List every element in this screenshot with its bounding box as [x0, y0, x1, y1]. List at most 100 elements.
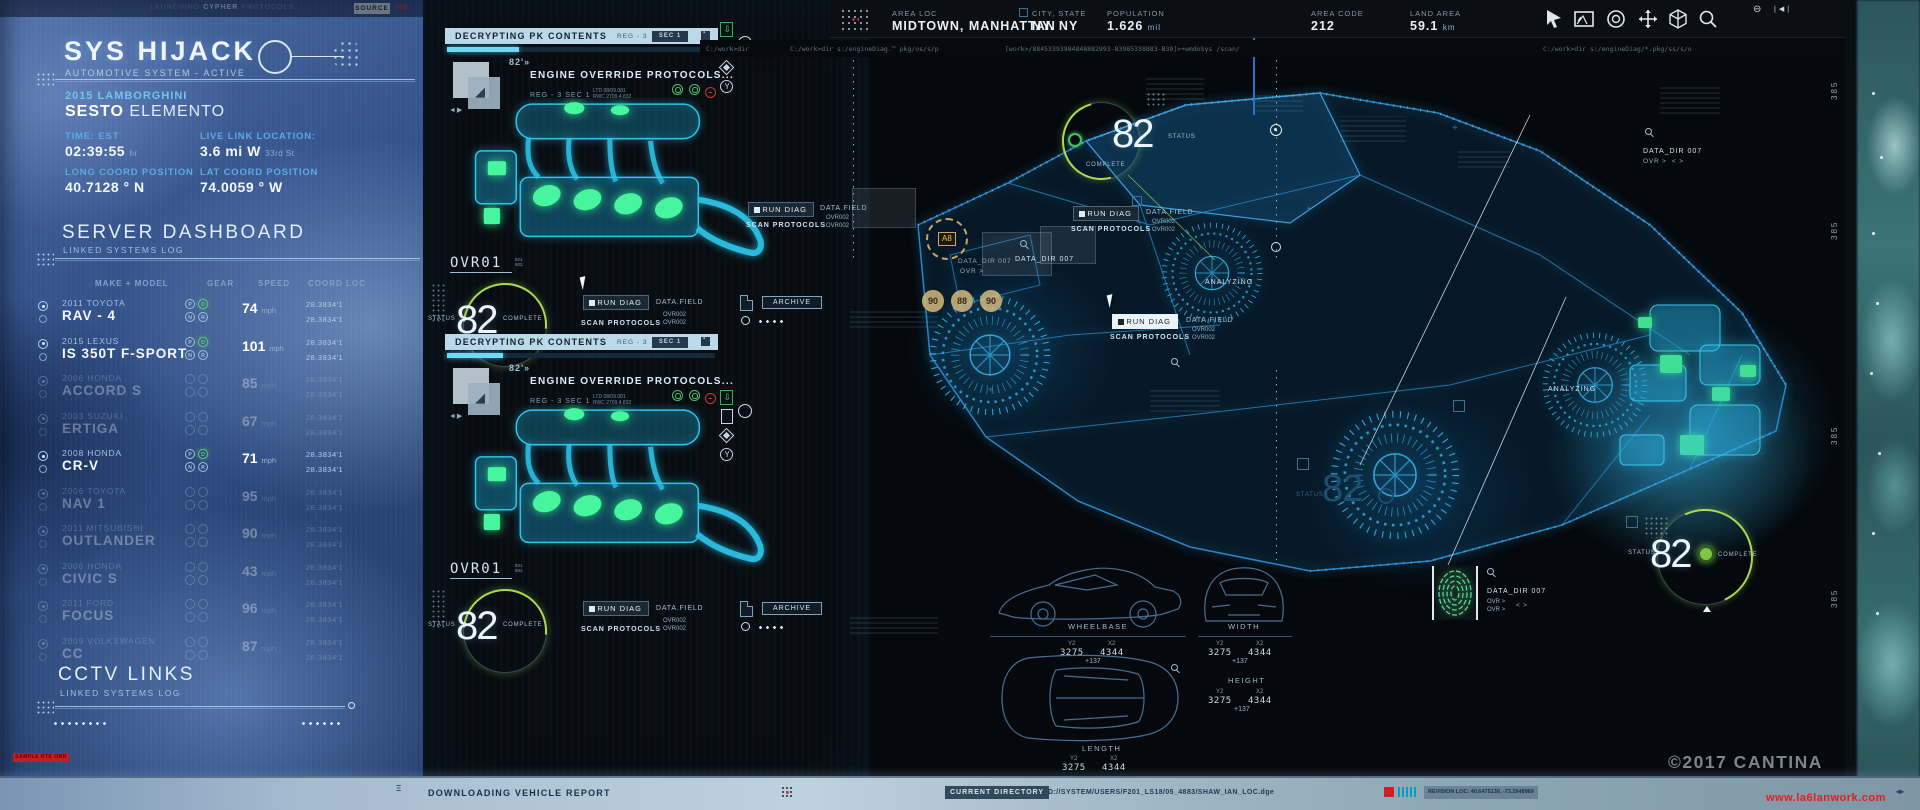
steering-wheel-icon[interactable] — [720, 448, 733, 461]
document-icon[interactable] — [740, 295, 753, 311]
population-value: 1.626 mil — [1107, 19, 1161, 33]
row-radio-icon[interactable] — [38, 451, 48, 461]
vehicle-row[interactable]: 2006 TOYOTANAV 195 mph28.3834'128.3834'1 — [30, 486, 400, 522]
current-directory-chip[interactable]: CURRENT DIRECTORY — [945, 786, 1049, 799]
row-coord-2: 28.3834'1 — [306, 503, 343, 512]
divider — [55, 706, 345, 707]
run-diag-button[interactable]: RUN DIAG — [748, 202, 814, 217]
city-state-label: CITY, STATE — [1032, 9, 1086, 18]
accept-button[interactable] — [672, 84, 683, 95]
data-dir-label: DATA_DIR 007 — [958, 258, 1011, 265]
search-tool-icon[interactable] — [1697, 8, 1719, 30]
gear-indicator[interactable] — [185, 599, 221, 623]
node-marker-icon — [1270, 124, 1282, 136]
steering-wheel-icon[interactable] — [720, 80, 733, 93]
row-radio-icon[interactable] — [39, 503, 47, 511]
row-radio-icon[interactable] — [39, 353, 47, 361]
gear-indicator[interactable]: PDNR — [185, 337, 221, 361]
vehicle-row[interactable]: 2006 HONDAACCORD S85 mph28.3834'128.3834… — [30, 373, 400, 409]
vehicle-row[interactable]: 2011 FORDFOCUS96 mph28.3834'128.3834'1 — [30, 598, 400, 634]
move-tool-icon[interactable] — [1637, 8, 1659, 30]
land-area-label: LAND AREA — [1410, 9, 1461, 18]
checkbox-icon[interactable] — [701, 31, 710, 40]
vehicle-row[interactable]: 2006 HONDACIVIC S43 mph28.3834'128.3834'… — [30, 561, 400, 597]
row-radio-icon[interactable] — [39, 390, 47, 398]
data-field-label: DATA.FIELD — [1146, 209, 1193, 216]
row-radio-icon[interactable] — [39, 578, 47, 586]
row-radio-icon[interactable] — [39, 465, 47, 473]
row-radio-icon[interactable] — [38, 489, 48, 499]
row-radio-icon[interactable] — [39, 653, 47, 661]
target-tool-icon[interactable] — [1605, 8, 1627, 30]
run-diag-button-active[interactable]: RUN DIAG — [1112, 314, 1178, 329]
gear-indicator[interactable] — [185, 524, 221, 548]
row-radio-icon[interactable] — [39, 540, 47, 548]
time-number: 02:39:55 — [65, 143, 125, 159]
edge-ruler-number: 385 — [1830, 426, 1839, 445]
revision-loc: REVISION LOC: 40.6475130, -73.2948969 — [1424, 786, 1538, 799]
record-icon[interactable] — [741, 622, 750, 631]
reject-button[interactable] — [705, 87, 716, 98]
gear-indicator[interactable]: PDNR — [185, 299, 221, 323]
clock-icon[interactable]: ⊖ — [1753, 4, 1761, 15]
document-icon[interactable] — [721, 409, 733, 424]
lat-coord-label: LAT COORD POSITION — [200, 167, 318, 178]
cube-tool-icon[interactable] — [1667, 8, 1689, 30]
gear-indicator[interactable]: PDNR — [185, 449, 221, 473]
prev-next-icons[interactable]: ◄▶ — [449, 106, 463, 114]
search-icon[interactable] — [1487, 568, 1494, 575]
long-coord-value: 40.7128 ° N — [65, 179, 145, 195]
checkbox-icon[interactable] — [701, 337, 710, 346]
row-radio-icon[interactable] — [38, 339, 48, 349]
gear-indicator[interactable] — [185, 412, 221, 436]
run-diag-button[interactable]: RUN DIAG — [583, 295, 649, 310]
document-icon[interactable] — [740, 601, 753, 617]
alert-icon[interactable] — [1384, 787, 1394, 797]
download-icon[interactable] — [720, 390, 733, 405]
row-radio-icon[interactable] — [39, 315, 47, 323]
gear-indicator[interactable] — [185, 487, 221, 511]
run-diag-button[interactable]: RUN DIAG — [1073, 206, 1139, 221]
prev-next-icons[interactable]: ◄▶ — [449, 412, 463, 420]
accept-button[interactable] — [689, 390, 700, 401]
divider — [450, 272, 512, 273]
record-icon[interactable] — [741, 316, 750, 325]
dot-cluster-icon — [332, 40, 362, 70]
vehicle-model-bold: SESTO — [65, 103, 124, 120]
row-speed: 71 mph — [242, 450, 276, 466]
vehicle-row[interactable]: 2015 LEXUSIS 350T F-SPORTPDNR101 mph28.3… — [30, 336, 400, 372]
vehicle-row[interactable]: 2011 MITSUBISHIOUTLANDER90 mph28.3834'12… — [30, 523, 400, 559]
row-radio-icon[interactable] — [38, 376, 48, 386]
reject-button[interactable] — [705, 393, 716, 404]
bezel-dot — [1872, 532, 1875, 535]
download-icon[interactable] — [720, 22, 733, 37]
row-radio-icon[interactable] — [38, 601, 48, 611]
fingerprint-scanner[interactable] — [1432, 566, 1478, 620]
image-tool-icon[interactable] — [1573, 9, 1595, 29]
search-icon[interactable] — [1645, 128, 1652, 135]
search-icon[interactable] — [1171, 358, 1178, 365]
accept-button[interactable] — [689, 84, 700, 95]
archive-button[interactable]: ARCHIVE — [762, 602, 822, 615]
area-code-value: 212 — [1311, 19, 1335, 33]
archive-button[interactable]: ARCHIVE — [762, 296, 822, 309]
row-radio-icon[interactable] — [38, 639, 48, 649]
dot-run — [52, 721, 108, 726]
row-radio-icon[interactable] — [39, 615, 47, 623]
cursor-tool-icon[interactable] — [1543, 8, 1565, 30]
vehicle-row[interactable]: 2011 TOYOTARAV - 4PDNR74 mph28.3834'128.… — [30, 298, 400, 334]
row-radio-icon[interactable] — [38, 301, 48, 311]
run-diag-button[interactable]: RUN DIAG — [583, 601, 649, 616]
row-radio-icon[interactable] — [38, 414, 48, 424]
panel-header[interactable]: DECRYPTING PK CONTENTSREG - 3SEC 1 — [445, 28, 718, 44]
vehicle-row[interactable]: 2008 HONDACR-VPDNR71 mph28.3834'128.3834… — [30, 448, 400, 484]
row-radio-icon[interactable] — [38, 564, 48, 574]
gear-indicator[interactable] — [185, 562, 221, 586]
vehicle-row[interactable]: 2003 SUZUKIERTIGA67 mph28.3834'128.3834'… — [30, 411, 400, 447]
gear-indicator[interactable] — [185, 637, 221, 661]
gear-indicator[interactable] — [185, 374, 221, 398]
row-radio-icon[interactable] — [38, 526, 48, 536]
accept-button[interactable] — [672, 390, 683, 401]
row-radio-icon[interactable] — [39, 428, 47, 436]
divider — [990, 636, 1186, 637]
